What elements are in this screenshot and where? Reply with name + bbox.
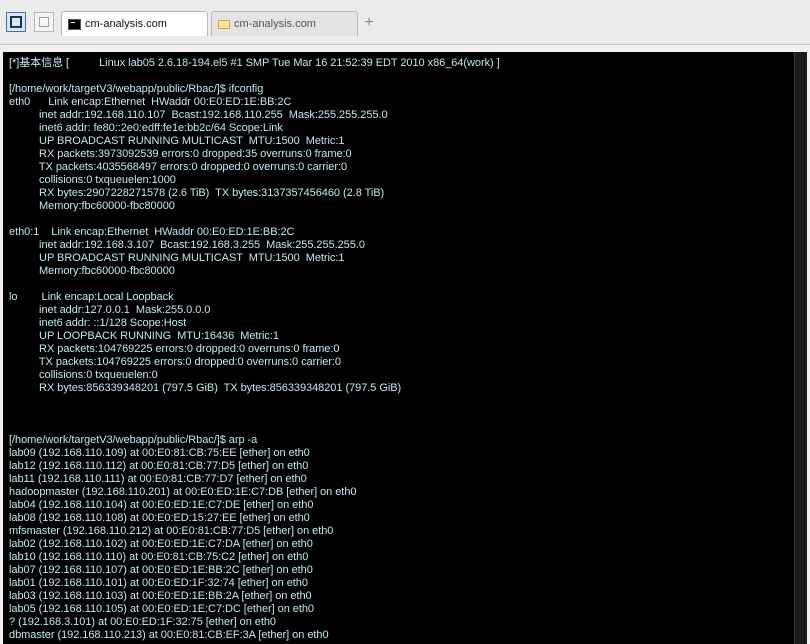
terminal-line: Memory:fbc60000-fbc80000 — [9, 200, 175, 212]
terminal-line: [/home/work/targetV3/webapp/public/Rbac/… — [9, 434, 258, 446]
terminal-line: dbmaster (192.168.110.213) at 00:E0:81:C… — [9, 629, 329, 641]
terminal-line: inet addr:192.168.3.107 Bcast:192.168.3.… — [9, 239, 365, 251]
terminal-line: eth0 Link encap:Ethernet HWaddr 00:E0:ED… — [9, 96, 292, 108]
terminal-line: lab12 (192.168.110.112) at 00:E0:81:CB:7… — [9, 460, 309, 472]
tab-file-browser-session[interactable]: cm-analysis.com — [211, 11, 358, 36]
terminal-line: inet6 addr: ::1/128 Scope:Host — [9, 317, 187, 329]
terminal-line: hadoopmaster (192.168.110.201) at 00:E0:… — [9, 486, 357, 498]
terminal-scrollbar[interactable] — [794, 52, 807, 644]
terminal-line: Memory:fbc60000-fbc80000 — [9, 265, 175, 277]
terminal-line: UP LOOPBACK RUNNING MTU:16436 Metric:1 — [9, 330, 279, 342]
terminal-line: inet6 addr: fe80::2e0:edff:fe1e:bb2c/64 … — [9, 122, 283, 134]
terminal-line: lab04 (192.168.110.104) at 00:E0:ED:1E:C… — [9, 499, 314, 511]
add-tab-icon[interactable]: + — [362, 14, 376, 32]
terminal-line: lab11 (192.168.110.111) at 00:E0:81:CB:7… — [9, 473, 307, 485]
tab-label: cm-analysis.com — [234, 18, 316, 30]
terminal-line: UP BROADCAST RUNNING MULTICAST MTU:1500 … — [9, 135, 345, 147]
terminal-line: collisions:0 txqueuelen:1000 — [9, 174, 176, 186]
terminal-line: UP BROADCAST RUNNING MULTICAST MTU:1500 … — [9, 252, 345, 264]
terminal-line: collisions:0 txqueuelen:0 — [9, 369, 158, 381]
terminal-lines: [*]基本信息 [ Linux lab05 2.6.18-194.el5 #1 … — [9, 57, 500, 642]
terminal-line: TX packets:104769225 errors:0 dropped:0 … — [9, 356, 341, 368]
terminal-line: RX bytes:856339348201 (797.5 GiB) TX byt… — [9, 382, 402, 394]
tab-label: cm-analysis.com — [85, 18, 167, 30]
terminal-line: RX bytes:2907228271578 (2.6 TiB) TX byte… — [9, 187, 385, 199]
layout-split-pane-button[interactable] — [34, 12, 54, 32]
terminal-line: lab07 (192.168.110.107) at 00:E0:ED:1E:B… — [9, 564, 313, 576]
terminal-line: lo Link encap:Local Loopback — [9, 291, 174, 303]
terminal-line: lab08 (192.168.110.108) at 00:E0:ED:15:2… — [9, 512, 310, 524]
terminal-line: [/home/work/targetV3/webapp/public/Rbac/… — [9, 83, 264, 95]
terminal-output[interactable]: [*]基本信息 [ Linux lab05 2.6.18-194.el5 #1 … — [3, 52, 807, 644]
terminal-line: lab01 (192.168.110.101) at 00:E0:ED:1F:3… — [9, 577, 308, 589]
tab-terminal-session[interactable]: cm-analysis.com — [61, 11, 208, 36]
terminal-line: mfsmaster (192.168.110.212) at 00:E0:81:… — [9, 525, 334, 537]
layout-single-pane-button[interactable] — [6, 12, 26, 32]
terminal-icon — [68, 18, 81, 30]
terminal-line: ? (192.168.3.101) at 00:E0:ED:1F:32:75 [… — [9, 616, 276, 628]
terminal-line: inet addr:127.0.0.1 Mask:255.0.0.0 — [9, 304, 211, 316]
terminal-line: lab03 (192.168.110.103) at 00:E0:ED:1E:B… — [9, 590, 312, 602]
terminal-line: eth0:1 Link encap:Ethernet HWaddr 00:E0:… — [9, 226, 295, 238]
terminal-line: lab02 (192.168.110.102) at 00:E0:ED:1E:C… — [9, 538, 313, 550]
terminal-line: lab10 (192.168.110.110) at 00:E0:81:CB:7… — [9, 551, 309, 563]
terminal-line: RX packets:3973092539 errors:0 dropped:3… — [9, 148, 352, 160]
terminal-line: lab05 (192.168.110.105) at 00:E0:ED:1E:C… — [9, 603, 315, 615]
terminal-line: RX packets:104769225 errors:0 dropped:0 … — [9, 343, 340, 355]
terminal-line: lab09 (192.168.110.109) at 00:E0:81:CB:7… — [9, 447, 310, 459]
terminal-line: inet addr:192.168.110.107 Bcast:192.168.… — [9, 109, 388, 121]
tab-bar: cm-analysis.com cm-analysis.com + — [0, 0, 810, 45]
folder-icon — [218, 19, 230, 29]
terminal-line: [*]基本信息 [ Linux lab05 2.6.18-194.el5 #1 … — [9, 57, 500, 69]
terminal-line: TX packets:4035568497 errors:0 dropped:0… — [9, 161, 348, 173]
